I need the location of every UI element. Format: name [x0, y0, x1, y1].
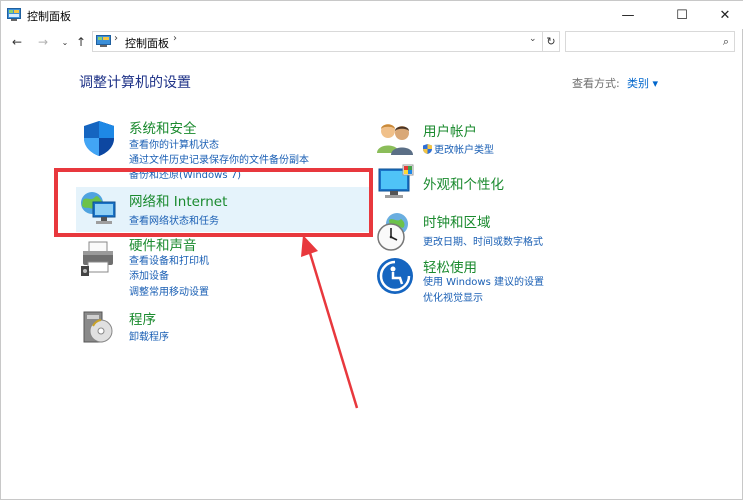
link-change-account-type-label[interactable]: 更改帐户类型 [434, 145, 494, 156]
link-change-account-type[interactable]: 更改帐户类型 [423, 141, 494, 156]
window-title: 控制面板 [27, 10, 71, 23]
link-view-devices-printers[interactable]: 查看设备和打印机 [129, 252, 209, 267]
category-title-clock-region[interactable]: 时钟和区域 [423, 211, 491, 231]
close-button[interactable]: ✕ [702, 1, 743, 29]
category-title-programs[interactable]: 程序 [129, 308, 156, 328]
page-title: 调整计算机的设置 [79, 75, 191, 91]
category-title-hardware-sound[interactable]: 硬件和声音 [129, 234, 197, 254]
refresh-icon[interactable]: ↻ [543, 31, 560, 52]
search-icon[interactable]: ⌕ [723, 35, 729, 49]
category-title-appearance[interactable]: 外观和个性化 [423, 173, 504, 193]
control-panel-window: 控制面板 — ☐ ✕ ← → ⌄ ↑ › 控制面板 › ⌄ ↻ ⌕ 调整计算机的… [0, 0, 743, 500]
forward-arrow-icon[interactable]: → [33, 32, 53, 52]
clock-icon [377, 213, 408, 251]
users-icon [377, 124, 413, 155]
title-bar: 控制面板 — ☐ ✕ [1, 1, 743, 29]
address-bar[interactable]: › 控制面板 › ⌄ [92, 31, 543, 52]
link-windows-recommended-settings[interactable]: 使用 Windows 建议的设置 [423, 273, 544, 288]
annotation-red-rectangle [54, 168, 373, 237]
maximize-button[interactable]: ☐ [659, 1, 705, 29]
control-panel-icon [7, 8, 21, 21]
link-add-device[interactable]: 添加设备 [129, 267, 169, 282]
category-title-user-accounts[interactable]: 用户帐户 [423, 120, 477, 140]
link-view-computer-status[interactable]: 查看你的计算机状态 [129, 136, 219, 151]
shield-icon [84, 121, 114, 156]
breadcrumb-chevron-icon[interactable]: › [114, 33, 118, 44]
link-change-date-time-format[interactable]: 更改日期、时间或数字格式 [423, 233, 543, 248]
printer-icon [81, 241, 113, 276]
ease-of-access-icon [377, 258, 413, 294]
link-optimize-visual-display[interactable]: 优化视觉显示 [423, 289, 483, 304]
uac-shield-icon [423, 144, 432, 154]
view-by-dropdown[interactable]: 类别 ▾ [627, 75, 658, 91]
minimize-button[interactable]: — [605, 1, 651, 29]
navigation-bar: ← → ⌄ ↑ › 控制面板 › ⌄ ↻ ⌕ [1, 29, 743, 55]
search-input[interactable]: ⌕ [565, 31, 735, 52]
link-file-history-backup[interactable]: 通过文件历史记录保存你的文件备份副本 [129, 151, 309, 166]
category-title-system-security[interactable]: 系统和安全 [129, 117, 197, 137]
view-by-label: 查看方式: [572, 77, 620, 90]
programs-icon [83, 311, 113, 343]
link-uninstall-program[interactable]: 卸载程序 [129, 328, 169, 343]
breadcrumb-control-panel[interactable]: 控制面板 [125, 35, 169, 51]
link-mobility-settings[interactable]: 调整常用移动设置 [129, 283, 209, 298]
breadcrumb-chevron-icon[interactable]: › [173, 33, 177, 44]
control-panel-icon [96, 35, 111, 47]
up-arrow-icon[interactable]: ↑ [71, 32, 91, 52]
appearance-icon [378, 164, 414, 198]
back-arrow-icon[interactable]: ← [7, 32, 27, 52]
address-dropdown-icon[interactable]: ⌄ [529, 34, 537, 44]
